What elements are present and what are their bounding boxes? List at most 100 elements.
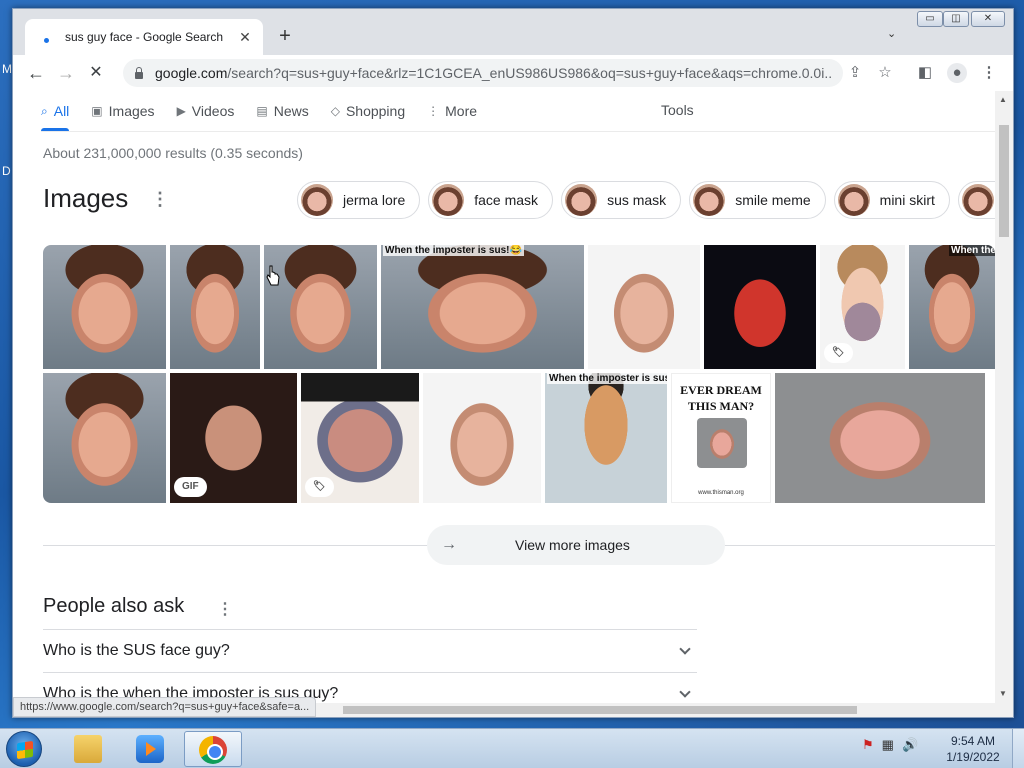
image-result[interactable]	[423, 373, 541, 503]
forward-button[interactable]: →	[51, 58, 81, 88]
folder-icon	[74, 735, 102, 763]
chip-mini-skirt[interactable]: mini skirt	[833, 181, 950, 219]
minimize-button[interactable]: ▭	[917, 11, 943, 27]
chip-jerma-lore[interactable]: jerma lore	[297, 181, 421, 219]
tab-news[interactable]: ▤ News	[256, 91, 308, 131]
clock-date: 1/19/2022	[946, 750, 1000, 764]
image-result[interactable]	[170, 245, 260, 369]
action-center-icon[interactable]: ⚑	[862, 737, 874, 753]
desktop-icon-label[interactable]: D	[2, 164, 11, 178]
view-more-images-button[interactable]: → View more images	[427, 525, 725, 565]
poster-site: www.thisman.org	[698, 490, 744, 496]
image-result[interactable]	[775, 373, 985, 503]
clock[interactable]: 9:54 AM 1/19/2022	[940, 733, 1006, 765]
tag-icon: 🏷	[824, 343, 853, 363]
image-result[interactable]	[43, 373, 166, 503]
scroll-thumb[interactable]	[999, 125, 1009, 237]
stop-loading-button[interactable]: ✕	[81, 58, 111, 88]
more-options-icon[interactable]: ⋮	[151, 189, 169, 210]
taskbar-chrome[interactable]	[184, 731, 242, 767]
scroll-up-icon[interactable]: ▲	[999, 95, 1007, 104]
gif-badge: GIF	[174, 477, 207, 497]
chrome-icon	[199, 736, 227, 764]
arrow-right-icon: →	[441, 536, 457, 553]
image-result[interactable]	[264, 245, 377, 369]
image-caption: When the imposter is sus!😂	[547, 373, 667, 384]
tag-icon: ◇	[330, 104, 340, 118]
image-result[interactable]: 🏷	[820, 245, 905, 369]
loading-favicon-icon	[39, 29, 55, 45]
image-result[interactable]	[43, 245, 166, 369]
divider	[41, 131, 995, 132]
tab-close-icon[interactable]: ✕	[237, 29, 253, 46]
image-result[interactable]: 🏷	[301, 373, 419, 503]
video-icon: ▶	[176, 104, 186, 118]
hand-cursor-icon	[266, 265, 280, 286]
tools-button[interactable]: Tools	[661, 102, 694, 118]
image-result[interactable]	[588, 245, 700, 369]
media-player-icon	[136, 735, 164, 763]
profile-icon[interactable]: ●	[947, 63, 967, 83]
address-bar[interactable]: google.com/search?q=sus+guy+face&rlz=1C1…	[123, 59, 843, 87]
share-icon[interactable]: ⇪	[845, 63, 865, 83]
browser-toolbar: ← → ✕ google.com/search?q=sus+guy+face&r…	[13, 55, 1013, 91]
poster-face	[697, 418, 747, 468]
tab-more[interactable]: ⋮ More	[427, 91, 477, 131]
maximize-button[interactable]: ◫	[943, 11, 969, 27]
tab-shopping[interactable]: ◇ Shopping	[331, 91, 405, 131]
new-tab-button[interactable]: +	[273, 25, 297, 47]
tab-videos[interactable]: ▶ Videos	[177, 91, 235, 131]
lock-icon[interactable]	[133, 67, 145, 79]
vertical-scrollbar[interactable]: ▲ ▼	[995, 91, 1013, 703]
image-result[interactable]: GIF	[170, 373, 297, 503]
chip-thumbnail	[432, 184, 465, 216]
tab-all[interactable]: ⌕ All	[41, 91, 70, 131]
poster-title: EVER DREAM THIS MAN?	[680, 383, 762, 413]
image-result[interactable]: When the imposter is sus!😂	[381, 245, 584, 369]
taskbar-media-player[interactable]	[122, 731, 180, 767]
image-result[interactable]	[704, 245, 816, 369]
sidepanel-icon[interactable]: ◧	[915, 63, 935, 83]
image-caption: When the imposter is sus!😂	[383, 245, 524, 256]
desktop-icon-label[interactable]: M	[2, 62, 12, 76]
show-desktop-button[interactable]	[1012, 729, 1024, 768]
url-text[interactable]: google.com/search?q=sus+guy+face&rlz=1C1…	[155, 65, 833, 81]
network-icon[interactable]: ▦	[882, 737, 894, 753]
image-grid: When the imposter is sus!😂 🏷 When the i …	[43, 245, 995, 503]
taskbar-explorer[interactable]	[60, 731, 118, 767]
menu-icon[interactable]: ⋮	[979, 63, 999, 83]
close-window-button[interactable]: ✕	[971, 11, 1005, 27]
image-result[interactable]: When the imposter is sus!😂	[545, 373, 667, 503]
chip-thumbnail	[565, 184, 598, 216]
browser-window: sus guy face - Google Search ✕ + ⌄ ▭ ◫ ✕…	[12, 8, 1014, 718]
windows-logo-icon	[17, 740, 33, 760]
tab-strip: sus guy face - Google Search ✕ + ⌄ ▭ ◫ ✕	[13, 9, 1013, 55]
status-url: https://www.google.com/search?q=sus+guy+…	[13, 697, 317, 717]
browser-tab[interactable]: sus guy face - Google Search ✕	[25, 19, 263, 55]
chip-sus-mask[interactable]: sus mask	[561, 181, 682, 219]
tab-search-button[interactable]: ⌄	[887, 27, 896, 40]
more-options-icon[interactable]: ⋮	[217, 599, 233, 619]
image-result[interactable]: When the i	[909, 245, 995, 369]
result-stats: About 231,000,000 results (0.35 seconds)	[43, 145, 303, 161]
chip-truncated[interactable]: a	[957, 181, 995, 219]
back-button[interactable]: ←	[21, 58, 51, 88]
chip-face-mask[interactable]: face mask	[428, 181, 554, 219]
tag-icon: 🏷	[305, 477, 334, 497]
image-icon: ▣	[91, 104, 103, 118]
volume-icon[interactable]: 🔊	[902, 737, 918, 753]
start-button[interactable]	[6, 731, 42, 767]
clock-time: 9:54 AM	[950, 734, 996, 748]
star-icon[interactable]: ☆	[875, 63, 895, 83]
chevron-down-icon	[679, 686, 691, 698]
chip-smile-meme[interactable]: smile meme	[689, 181, 826, 219]
scroll-down-icon[interactable]: ▼	[999, 689, 1007, 698]
more-vert-icon: ⋮	[427, 104, 440, 118]
people-also-ask-heading: People also ask	[43, 595, 185, 617]
image-result[interactable]: EVER DREAM THIS MAN? www.thisman.org	[671, 373, 771, 503]
system-tray: ⚑ ▦ 🔊	[862, 737, 918, 753]
scroll-thumb[interactable]	[343, 706, 857, 714]
tab-images[interactable]: ▣ Images	[91, 91, 154, 131]
paa-question[interactable]: Who is the SUS face guy?	[43, 629, 697, 672]
search-results-page: ⌕ All ▣ Images ▶ Videos ▤ News ◇ Shopping ⋮ Mo…	[13, 91, 995, 703]
